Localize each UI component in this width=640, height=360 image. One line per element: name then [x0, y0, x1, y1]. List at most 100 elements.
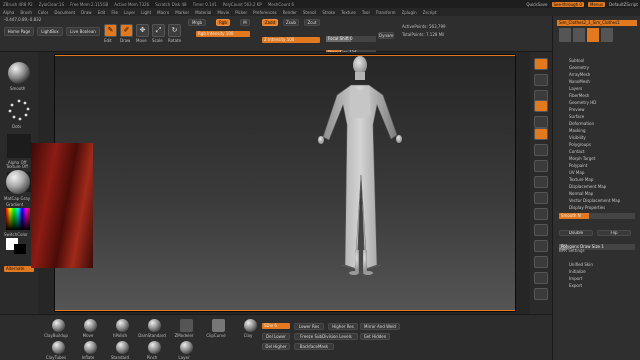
tray-item-arraymesh[interactable]: ArrayMesh: [569, 72, 590, 77]
brush-clay-icon[interactable]: [244, 319, 257, 332]
tray-item-deformation[interactable]: Deformation: [569, 121, 594, 126]
tray-item-surface[interactable]: Surface: [569, 114, 584, 119]
menu-draw[interactable]: Draw: [81, 10, 91, 15]
tray-item-nanomesh[interactable]: NanoMesh: [569, 79, 590, 84]
persp-button[interactable]: [534, 144, 548, 156]
menu-transform[interactable]: Transform: [376, 10, 396, 15]
brush-hpolish-icon[interactable]: [116, 319, 129, 332]
tray-item-visibility[interactable]: Visibility: [569, 135, 586, 140]
menu-tool[interactable]: Tool: [362, 10, 370, 15]
gizmo-button[interactable]: [534, 192, 548, 204]
menu-material[interactable]: Material: [195, 10, 211, 15]
see-through-slider[interactable]: See-through 0: [551, 1, 584, 7]
higher-res-button[interactable]: Higher Res: [328, 323, 358, 330]
switch-color-label[interactable]: SwitchColor: [4, 232, 28, 237]
menu-movie[interactable]: Movie: [217, 10, 229, 15]
brush-standard-icon[interactable]: [116, 341, 129, 354]
tray-item-subtool[interactable]: Subtool: [569, 58, 584, 63]
brush-claytubes-icon[interactable]: [52, 341, 65, 354]
menu-layer[interactable]: Layer: [124, 10, 135, 15]
tray-item-texture-map[interactable]: Texture Map: [569, 177, 593, 182]
tray-item-export[interactable]: Export: [569, 283, 582, 288]
menu-zplugin[interactable]: Zplugin: [402, 10, 417, 15]
local-button[interactable]: [534, 176, 548, 188]
m-button[interactable]: M: [240, 19, 250, 26]
menu-texture[interactable]: Texture: [341, 10, 356, 15]
del-lower-button[interactable]: Del Lower: [262, 333, 290, 340]
menu-preferences[interactable]: Preferences: [253, 10, 277, 15]
tray-item-morph-target[interactable]: Morph Target: [569, 156, 595, 161]
tray-item-contact[interactable]: Contact: [569, 149, 585, 154]
double-button[interactable]: Double: [559, 230, 593, 236]
zsub-button[interactable]: Zsub: [283, 19, 299, 26]
brush-inflate-icon[interactable]: [84, 341, 97, 354]
brush-zmodeler-icon[interactable]: [180, 319, 193, 332]
dynamic-button[interactable]: Dynamic: [378, 32, 394, 39]
alternate-button[interactable]: Alternate: [4, 266, 34, 272]
subtool-thumb[interactable]: [559, 28, 571, 42]
tray-item-geometry-hd[interactable]: Geometry HD: [569, 100, 596, 105]
spix-button[interactable]: [534, 74, 548, 86]
subtool-thumb[interactable]: [587, 28, 599, 42]
material-thumbnail[interactable]: [6, 170, 30, 194]
tray-item-preview[interactable]: Preview: [569, 107, 585, 112]
tray-item-unified-skin[interactable]: Unified Skin: [569, 262, 593, 267]
sdiv-slider[interactable]: SDiv 6: [262, 323, 290, 329]
menu-file[interactable]: File: [111, 10, 118, 15]
tray-item-uv-map[interactable]: UV Map: [569, 170, 584, 175]
menu-color[interactable]: Color: [38, 10, 48, 15]
scale-view-button[interactable]: [534, 240, 548, 252]
line-fill-button[interactable]: [534, 272, 548, 284]
zoom-button[interactable]: [534, 100, 548, 112]
document-canvas[interactable]: [31, 54, 516, 312]
tray-item-initialize[interactable]: Initialize: [569, 269, 586, 274]
tray-item-normal-map[interactable]: Normal Map: [569, 191, 593, 196]
menu-light[interactable]: Light: [141, 10, 151, 15]
brush-thumbnail[interactable]: [8, 62, 30, 84]
draw-button[interactable]: ✐: [120, 24, 133, 37]
focal-shift-slider[interactable]: Focal Shift 0: [326, 36, 376, 42]
color-picker[interactable]: [6, 208, 30, 230]
backface-mask-button[interactable]: BackfaceMask: [294, 343, 334, 350]
aahalf-button[interactable]: [534, 128, 548, 140]
transp-button[interactable]: [534, 288, 548, 300]
lower-res-button[interactable]: Lower Res: [294, 323, 324, 330]
zcut-button[interactable]: Zcut: [304, 19, 320, 26]
freeze-subdiv-button[interactable]: Freeze SubDivision Levels: [294, 333, 358, 340]
rotate-button[interactable]: ↻: [168, 24, 181, 37]
menus-button[interactable]: Menus: [587, 1, 606, 7]
bpr-button[interactable]: [534, 58, 548, 70]
mirror-weld-button[interactable]: Mirror And Weld: [360, 323, 400, 330]
menu-picker[interactable]: Picker: [235, 10, 247, 15]
tray-item-layers[interactable]: Layers: [569, 86, 582, 91]
home-page-button[interactable]: Home Page: [4, 27, 34, 36]
tray-item-vector-displacement-map[interactable]: Vector Displacement Map: [569, 198, 620, 203]
move-view-button[interactable]: [534, 224, 548, 236]
tray-item-fibermesh[interactable]: FiberMesh: [569, 93, 589, 98]
flip-button[interactable]: Flip: [597, 230, 631, 236]
stroke-thumbnail[interactable]: [7, 98, 31, 122]
alpha-thumbnail[interactable]: [7, 134, 31, 158]
rotate-view-button[interactable]: [534, 256, 548, 268]
mrgb-button[interactable]: Mrgb: [188, 19, 206, 26]
active-subtool-name[interactable]: Sim_Clothes2_1_Sim_Clothes1: [559, 20, 620, 25]
brush-damstandard-icon[interactable]: [148, 319, 161, 332]
tray-item-polygroups[interactable]: Polygroups: [569, 142, 591, 147]
menu-edit[interactable]: Edit: [98, 10, 106, 15]
menu-marker[interactable]: Marker: [175, 10, 189, 15]
subtool-thumb[interactable]: [601, 28, 613, 42]
actual-button[interactable]: [534, 116, 548, 128]
del-higher-button[interactable]: Del Higher: [262, 343, 290, 350]
menu-alpha[interactable]: Alpha: [3, 10, 14, 15]
quicksave-button[interactable]: QuickSave: [526, 2, 547, 7]
menu-stroke[interactable]: Stroke: [322, 10, 335, 15]
menu-macro[interactable]: Macro: [157, 10, 169, 15]
menu-brush[interactable]: Brush: [20, 10, 32, 15]
tray-item-polypaint[interactable]: Polypaint: [569, 163, 587, 168]
brush-pinch-icon[interactable]: [148, 341, 161, 354]
z-intensity-slider[interactable]: Z Intensity 100: [262, 37, 320, 43]
tray-item-geometry[interactable]: Geometry: [569, 65, 589, 70]
smooth-normals-slider[interactable]: Smooth N: [559, 213, 635, 219]
menu-document[interactable]: Document: [54, 10, 75, 15]
brush-layer-icon[interactable]: [180, 341, 193, 354]
